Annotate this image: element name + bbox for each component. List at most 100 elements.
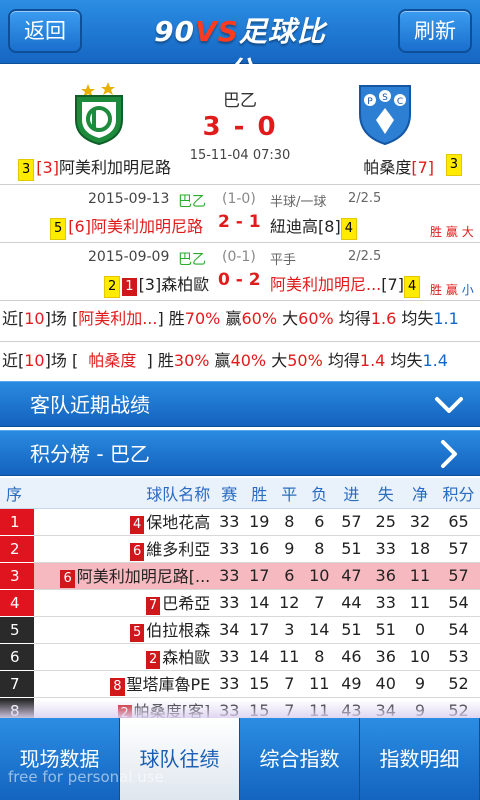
h2h-ou-result: 小 (461, 283, 474, 297)
standings-team-name: 森柏歐 (162, 648, 211, 667)
h2h-home-rank: [3] (138, 275, 162, 294)
tab-odds-detail[interactable]: 指数明细 (360, 718, 480, 800)
logo-prefix: 90 (154, 15, 196, 48)
standings-row[interactable]: 2 6 維多利亞 33 16 9 8 51 33 18 57 (0, 535, 480, 563)
standings-lost: 6 (304, 508, 335, 536)
recent-ga: 1.1 (433, 309, 459, 328)
home-team-crest-icon (75, 82, 123, 146)
standings-goals-against: 25 (368, 508, 403, 536)
standings-goal-diff: 18 (402, 535, 438, 563)
col-won-header: 胜 (244, 478, 275, 509)
standings-lost: 7 (304, 589, 335, 617)
standings-points: 57 (437, 535, 480, 563)
standings-won: 16 (244, 535, 275, 563)
standings-position: 7 (0, 670, 35, 698)
recent-gf-label: 均得 (327, 351, 360, 370)
svg-text:S: S (382, 93, 388, 103)
recent-gf: 1.4 (359, 351, 386, 370)
h2h-handicap: 半球/一球 (270, 195, 327, 210)
h2h-home-name: 阿美利加明尼路 (90, 217, 203, 236)
refresh-button[interactable]: 刷新 (398, 9, 472, 53)
col-ga-header: 失 (368, 478, 403, 509)
h2h-league: 巴乙 (178, 194, 206, 210)
col-lost-header: 负 (304, 478, 335, 509)
h2h-result: 胜 (430, 225, 443, 239)
scroll-fade (0, 700, 480, 718)
recent-mid: ]场 [ (44, 351, 79, 370)
standings-row[interactable]: 4 7 巴希亞 33 14 12 7 44 33 11 54 (0, 589, 480, 617)
standings-drawn: 3 (274, 616, 305, 644)
standings-row[interactable]: 7 8 聖塔庫魯PE 33 15 7 11 49 40 9 52 (0, 670, 480, 698)
away-recent-section-header[interactable]: 客队近期战绩 (0, 381, 480, 427)
standings-position: 1 (0, 508, 35, 536)
match-score: 3 - 0 (202, 112, 278, 142)
standings-table[interactable]: 序 球队名称 赛 胜 平 负 进 失 净 积分 1 4 保地花高 33 19 8 6 57 25… (0, 478, 480, 718)
standings-row[interactable]: 6 2 森柏歐 33 14 11 8 46 36 10 53 (0, 643, 480, 671)
recent-win-label: ] 胜 (157, 309, 185, 328)
standings-drawn: 11 (274, 643, 305, 671)
standings-played: 33 (214, 589, 245, 617)
bottom-tab-bar: 现场数据 球队往绩 综合指数 指数明细 (0, 718, 480, 800)
h2h-row[interactable]: 2015-09-09 巴乙 (0-1) 平手 2/2.5 2 1 [3]森柏歐 0 … (0, 242, 480, 300)
standings-points: 65 (437, 508, 480, 536)
standings-won: 17 (244, 616, 275, 644)
h2h-result: 胜 (430, 283, 443, 297)
col-pos-header: 序 (0, 478, 35, 509)
h2h-halftime: (0-1) (222, 249, 256, 265)
standings-drawn: 7 (274, 670, 305, 698)
standings-goal-diff: 9 (402, 670, 438, 698)
recent-summary-away: 近[10]场 [ 帕桑度 ] 胜30% 赢40% 大50% 均得1.4 均失1.… (0, 341, 480, 381)
h2h-home: 2 1 [3]森柏歐 (104, 271, 209, 298)
standings-team-name: 維多利亞 (146, 540, 211, 559)
h2h-away: 阿美利加明尼...[7] 4 (270, 271, 422, 298)
col-gf-header: 进 (334, 478, 369, 509)
recent-cover: 60% (241, 309, 278, 328)
standings-played: 33 (214, 643, 245, 671)
logo-vs: VS (195, 15, 239, 48)
standings-section-title: 积分榜 - 巴乙 (30, 442, 150, 466)
tab-team-history[interactable]: 球队往绩 (120, 718, 240, 800)
standings-team-tag: 2 (145, 651, 161, 669)
away-rank: [7] (411, 158, 434, 177)
standings-position: 5 (0, 616, 35, 644)
standings-goals-against: 40 (368, 670, 403, 698)
standings-goals-for: 47 (334, 562, 369, 590)
h2h-away-name: 紐迪高 (270, 217, 319, 236)
away-team-crest-icon: P S C (359, 85, 411, 146)
col-played-header: 赛 (214, 478, 245, 509)
h2h-line: 2/2.5 (348, 191, 382, 206)
standings-lost: 14 (304, 616, 335, 644)
standings-row[interactable]: 1 4 保地花高 33 19 8 6 57 25 32 65 (0, 508, 480, 536)
standings-team: 4 保地花高 (34, 508, 215, 536)
standings-points: 52 (437, 670, 480, 698)
standings-team: 8 聖塔庫魯PE (34, 670, 215, 698)
back-button[interactable]: 返回 (8, 9, 82, 53)
h2h-league: 巴乙 (178, 252, 206, 268)
h2h-row[interactable]: 2015-09-13 巴乙 (1-0) 半球/一球 2/2.5 5 [6]阿美利加… (0, 184, 480, 242)
standings-section-header[interactable]: 积分榜 - 巴乙 (0, 430, 480, 476)
home-rank: [3] (36, 158, 59, 177)
h2h-score: 0 - 2 (218, 270, 261, 290)
standings-team-tag: 7 (145, 597, 161, 615)
standings-team-name: 聖塔庫魯PE (126, 675, 211, 694)
standings-goals-against: 33 (368, 589, 403, 617)
standings-won: 19 (244, 508, 275, 536)
standings-played: 33 (214, 508, 245, 536)
standings-position: 3 (0, 562, 35, 590)
standings-goal-diff: 11 (402, 562, 438, 590)
recent-gf-label: 均得 (338, 309, 371, 328)
h2h-red-card: 1 (122, 278, 137, 296)
chevron-down-icon (435, 397, 463, 413)
standings-goals-for: 44 (334, 589, 369, 617)
tab-overall-odds[interactable]: 综合指数 (240, 718, 360, 800)
standings-goals-against: 33 (368, 535, 403, 563)
tab-live-data[interactable]: 现场数据 (0, 718, 120, 800)
standings-position: 4 (0, 589, 35, 617)
standings-row[interactable]: 3 6 阿美利加明尼路[... 33 17 6 10 47 36 11 57 (0, 562, 480, 590)
standings-position: 6 (0, 643, 35, 671)
standings-played: 33 (214, 670, 245, 698)
recent-ga: 1.4 (422, 351, 448, 370)
h2h-away-rank: [7] (381, 275, 404, 294)
standings-goal-diff: 10 (402, 643, 438, 671)
standings-row[interactable]: 5 5 伯拉根森 34 17 3 14 51 51 0 54 (0, 616, 480, 644)
